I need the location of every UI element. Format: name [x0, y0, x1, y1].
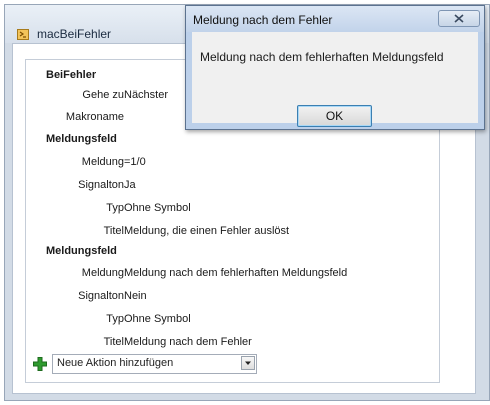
- action-heading-meldungsfeld-1[interactable]: Meldungsfeld: [46, 133, 117, 145]
- macro-icon: [17, 29, 29, 40]
- dialog-message: Meldung nach dem fehlerhaften Meldungsfe…: [200, 50, 444, 64]
- arg-label-typ-2: Typ: [106, 313, 124, 325]
- arg-value-signalton-2[interactable]: Nein: [124, 290, 147, 302]
- arg-label-titel-2: Titel: [103, 336, 124, 348]
- action-heading-beifehler[interactable]: BeiFehler: [46, 69, 96, 81]
- dialog-titlebar[interactable]: Meldung nach dem Fehler: [186, 6, 484, 32]
- add-action-dropdown-button[interactable]: [241, 356, 255, 370]
- arg-label-signalton-2: Signalton: [78, 290, 124, 302]
- chevron-down-icon: [245, 361, 251, 365]
- arg-label-gehe-zu: Gehe zu: [82, 89, 124, 101]
- dialog-title: Meldung nach dem Fehler: [193, 13, 333, 27]
- arg-label-signalton-1: Signalton: [78, 179, 124, 191]
- arg-label-typ-1: Typ: [106, 202, 124, 214]
- arg-value-meldung-2[interactable]: Meldung nach dem fehlerhaften Meldungsfe…: [124, 267, 347, 279]
- arg-label-meldung-2: Meldung: [81, 267, 124, 279]
- arg-label-titel-1: Titel: [103, 225, 124, 237]
- arg-value-typ-1[interactable]: Ohne Symbol: [124, 202, 191, 214]
- dialog-body: Meldung nach dem fehlerhaften Meldungsfe…: [192, 32, 478, 127]
- macro-tab-title[interactable]: macBeiFehler: [37, 27, 111, 41]
- arg-value-titel-1[interactable]: Meldung, die einen Fehler auslöst: [124, 225, 289, 237]
- action-heading-meldungsfeld-2[interactable]: Meldungsfeld: [46, 245, 117, 257]
- ok-button[interactable]: OK: [297, 105, 372, 127]
- arg-value-titel-2[interactable]: Meldung nach dem Fehler: [124, 336, 252, 348]
- add-action-placeholder: Neue Aktion hinzufügen: [57, 357, 174, 369]
- arg-label-makroname: Makroname: [65, 111, 124, 123]
- arg-value-meldung-1[interactable]: =1/0: [124, 156, 146, 168]
- dialog-close-button[interactable]: [438, 10, 480, 27]
- arg-value-gehe-zu[interactable]: Nächster: [124, 89, 168, 101]
- arg-value-signalton-1[interactable]: Ja: [124, 179, 136, 191]
- add-action-dropdown[interactable]: Neue Aktion hinzufügen: [52, 354, 257, 374]
- close-icon: [454, 14, 464, 23]
- arg-value-typ-2[interactable]: Ohne Symbol: [124, 313, 191, 325]
- plus-icon[interactable]: [33, 357, 47, 371]
- arg-label-meldung-1: Meldung: [81, 156, 124, 168]
- message-dialog: Meldung nach dem Fehler Meldung nach dem…: [185, 5, 485, 130]
